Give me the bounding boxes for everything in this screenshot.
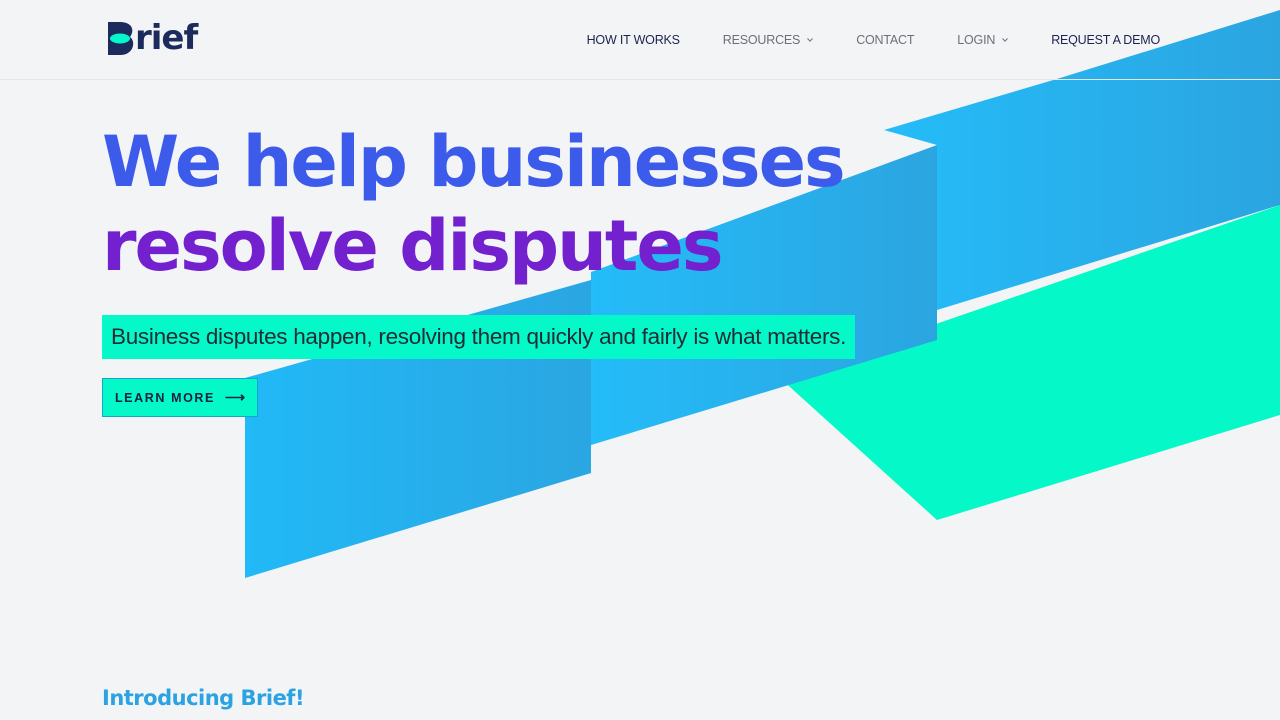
chevron-down-icon (807, 37, 814, 42)
nav-how-it-works[interactable]: HOW IT WORKS (587, 33, 680, 47)
nav-login-label: LOGIN (957, 32, 996, 47)
nav-how-it-works-label: HOW IT WORKS (586, 32, 680, 47)
hero-headline: We help businesses resolve disputes (102, 120, 846, 288)
nav-request-demo-label: REQUEST A DEMO (1051, 32, 1160, 47)
brief-logo[interactable]: rief (106, 18, 198, 58)
site-header: rief HOW IT WORKS RESOURCES CONTACT LOGI… (0, 0, 1280, 80)
nav-resources-label: RESOURCES (722, 32, 801, 47)
main-nav: HOW IT WORKS RESOURCES CONTACT LOGIN REQ… (544, 0, 1161, 79)
logo-text: rief (135, 18, 198, 58)
learn-more-label: LEARN MORE (114, 390, 215, 405)
nav-resources[interactable]: RESOURCES (722, 32, 814, 47)
hero-subtitle: Business disputes happen, resolving them… (102, 315, 856, 359)
hero-section: We help businesses resolve disputes (102, 120, 846, 288)
logo-b-icon (108, 22, 134, 55)
headline-line-2: resolve disputes (102, 205, 724, 287)
intro-title: Introducing Brief! (102, 686, 305, 710)
headline-line-1: We help businesses (102, 121, 846, 203)
nav-login[interactable]: LOGIN (957, 32, 1009, 47)
nav-contact-label: CONTACT (856, 32, 915, 47)
hero-background-ribbons (245, 10, 1280, 578)
chevron-down-icon (1002, 37, 1009, 42)
arrow-right-icon: ⟶ (224, 389, 246, 405)
nav-contact[interactable]: CONTACT (856, 33, 914, 47)
learn-more-button[interactable]: LEARN MORE ⟶ (102, 378, 258, 417)
nav-request-demo[interactable]: REQUEST A DEMO (1051, 33, 1160, 47)
